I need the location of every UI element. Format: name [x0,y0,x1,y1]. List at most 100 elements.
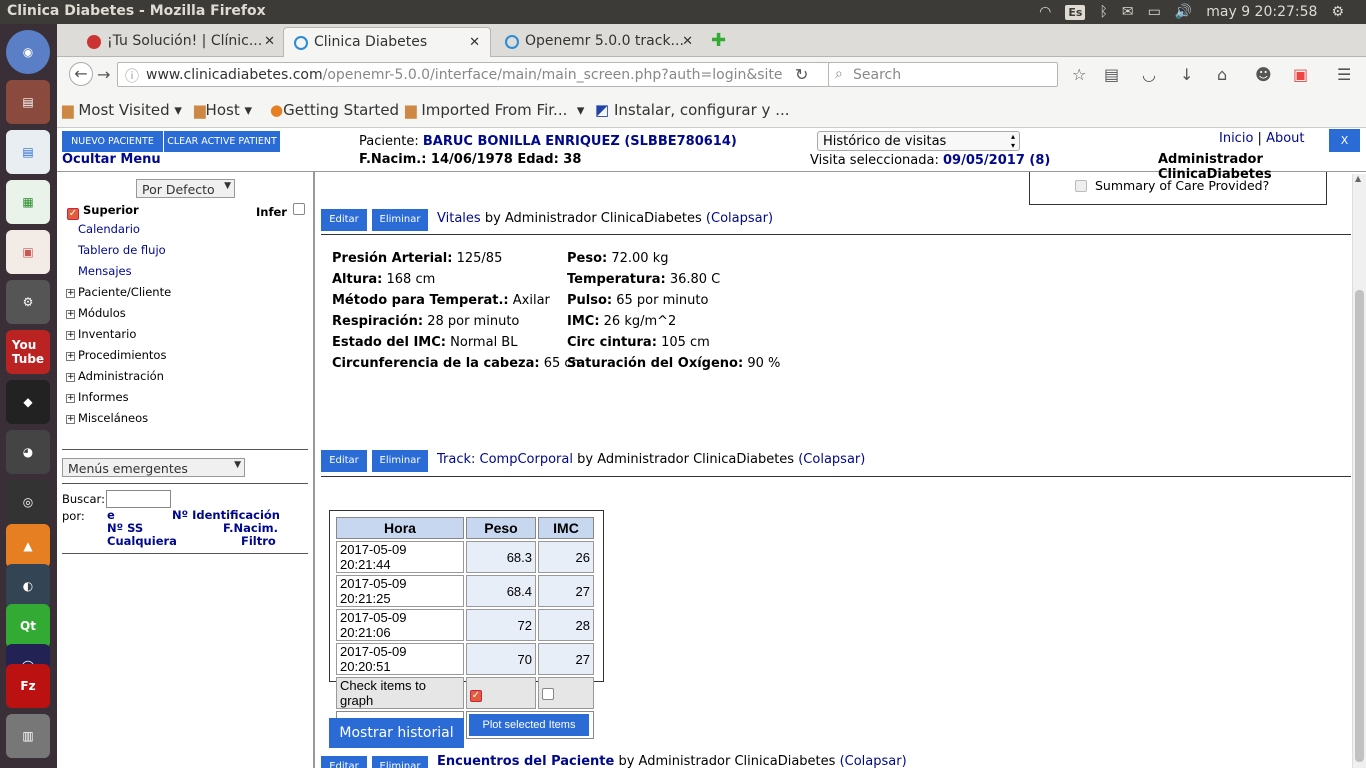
superior-checkbox[interactable]: ✓ [67,208,79,220]
encounters-edit-button[interactable]: Editar [321,756,367,768]
reading-list-icon[interactable]: ▤ [1104,65,1119,84]
power-gear-icon[interactable]: ⚙ [1331,4,1344,20]
home-icon[interactable]: ⌂ [1217,65,1227,84]
calc-icon[interactable]: ▦ [6,180,50,224]
about-link[interactable]: About [1266,131,1304,146]
nav-paciente-cliente[interactable]: + Paciente/Cliente [66,285,171,299]
new-patient-button[interactable]: NUEVO PACIENTE [62,131,163,152]
html5-icon[interactable]: ▣ [1293,65,1308,84]
show-history-button[interactable]: Mostrar historial [329,718,464,748]
encounters-collapse-link[interactable]: (Colapsar) [840,754,907,768]
encounters-delete-button[interactable]: Eliminar [372,756,428,768]
new-tab-icon[interactable]: ✚ [711,30,726,51]
imc-graph-checkbox[interactable] [542,687,554,700]
nav-procedimientos[interactable]: + Procedimientos [66,348,166,362]
menu-icon[interactable]: ☰ [1337,65,1351,84]
wifi-icon[interactable]: ◠ [1039,4,1051,20]
bookmark-most-visited[interactable]: ▆ Most Visited ▾ [62,101,182,119]
search-any[interactable]: Cualquiera [107,534,177,548]
bookmark-instalar[interactable]: ◩ Instalar, configurar y ... [595,101,790,119]
disk-icon[interactable]: ◎ [6,480,50,524]
close-tab-icon[interactable]: ✕ [264,34,275,49]
infer-checkbox[interactable] [293,203,305,215]
qt-icon[interactable]: Qt [6,604,50,648]
youtube-icon[interactable]: You Tube [6,330,50,374]
tab-openemr[interactable]: Openemr 5.0.0 track... ✕ [495,27,703,57]
search-filter[interactable]: Filtro [241,534,276,548]
battery-icon[interactable]: ▭ [1148,4,1161,20]
url-bar[interactable]: ⓘ www.clinicadiabetes.com/openemr-5.0.0/… [117,62,877,87]
patient-search-input[interactable] [106,490,171,508]
superior-toggle[interactable]: ✓ Superior [67,203,139,220]
download-icon[interactable]: ↓ [1180,65,1193,84]
clock[interactable]: may 9 20:27:58 [1206,4,1317,20]
bluetooth-icon[interactable]: ᛒ [1099,4,1107,20]
summary-care-checkbox[interactable] [1075,180,1087,192]
volume-icon[interactable]: 🔊 [1175,4,1192,20]
hide-menu-link[interactable]: Ocultar Menu [62,152,161,167]
inicio-link[interactable]: Inicio [1219,131,1253,146]
tab-tu-solucion[interactable]: ¡Tu Solución! | Clínic... ✕ [77,27,285,57]
peso-graph-checkbox[interactable]: ✓ [470,690,482,702]
keyboard-layout-indicator[interactable]: Es [1065,4,1086,20]
vitals-link[interactable]: Vitales [437,211,481,226]
track-edit-button[interactable]: Editar [321,450,367,472]
vitals-delete-button[interactable]: Eliminar [372,209,428,231]
visit-selected-link[interactable]: 09/05/2017 (8) [943,153,1050,168]
track-collapse-link[interactable]: (Colapsar) [798,452,865,467]
nav-informes[interactable]: + Informes [66,390,129,404]
search-by-name[interactable]: e [107,508,115,522]
gimp-icon[interactable]: ◕ [6,430,50,474]
nav-calendario[interactable]: Calendario [78,222,140,236]
search-by-id[interactable]: Nº Identificación [172,508,280,522]
plot-selected-button[interactable]: Plot selected Items [469,714,589,736]
popup-menus-select[interactable]: Menús emergentes ▼ [62,458,245,477]
vitals-edit-button[interactable]: Editar [321,209,367,231]
visit-history-select[interactable]: Histórico de visitas ▴ ▾ [817,131,1020,151]
scroll-up-icon[interactable]: ▲ [1355,174,1361,183]
forward-icon[interactable]: → [97,65,110,84]
mail-icon[interactable]: ✉ [1122,4,1134,20]
nav-tablero-flujo[interactable]: Tablero de flujo [78,243,166,257]
writer-icon[interactable]: ▤ [6,130,50,174]
inkscape-icon[interactable]: ◆ [6,380,50,424]
vitals-collapse-link[interactable]: (Colapsar) [706,211,773,226]
scrollbar-thumb[interactable] [1355,290,1364,762]
patient-name-link[interactable]: BARUC BONILLA ENRIQUEZ (SLBBE780614) [423,134,737,149]
encounters-link[interactable]: Encuentros del Paciente [437,754,614,768]
pocket-icon[interactable]: ◡ [1142,65,1156,84]
nav-inventario[interactable]: + Inventario [66,327,136,341]
search-by-ssn[interactable]: Nº SS [107,521,143,535]
files-icon[interactable]: ▤ [6,80,50,124]
hello-icon[interactable]: ☻ [1255,65,1272,84]
bookmark-host[interactable]: ▆Host ▾ [194,101,252,119]
nav-modulos[interactable]: + Módulos [66,306,126,320]
info-icon[interactable]: ⓘ [125,66,139,86]
tab-clinica-diabetes[interactable]: Clinica Diabetes ✕ [283,27,491,57]
nav-miscelaneos[interactable]: + Misceláneos [66,411,148,425]
reload-icon[interactable]: ↻ [795,65,808,84]
search-by-dob[interactable]: F.Nacim. [223,521,278,535]
impress-icon[interactable]: ▣ [6,230,50,274]
ubuntu-dash-icon[interactable]: ◉ [6,30,50,74]
clear-patient-button[interactable]: CLEAR ACTIVE PATIENT [163,131,280,152]
track-delete-button[interactable]: Eliminar [372,450,428,472]
bookmark-getting-started[interactable]: ●Getting Started [270,101,399,119]
search-input[interactable]: ⌕ Search [828,62,1058,87]
settings-icon[interactable]: ⚙ [6,280,50,324]
track-link[interactable]: Track: CompCorporal [437,452,573,467]
back-icon[interactable]: ← [69,62,93,86]
app-icon[interactable]: ◐ [6,564,50,608]
menu-type-select[interactable]: Por Defecto ▼ [136,179,235,198]
nav-administracion[interactable]: + Administración [66,369,164,383]
close-tab-icon[interactable]: ✕ [469,35,480,50]
close-patient-button[interactable]: X [1329,129,1360,152]
nav-mensajes[interactable]: Mensajes [78,264,132,278]
main-scrollbar[interactable]: ▲ [1352,174,1366,768]
close-tab-icon[interactable]: ✕ [682,34,693,49]
vlc-icon[interactable]: ▲ [6,524,50,568]
filezilla-icon[interactable]: Fz [6,664,50,708]
workspace-icon[interactable]: ▥ [6,714,50,758]
bookmark-imported[interactable]: ▆ Imported From Fir... ▾ [405,101,584,119]
bookmark-star-icon[interactable]: ☆ [1072,65,1086,84]
